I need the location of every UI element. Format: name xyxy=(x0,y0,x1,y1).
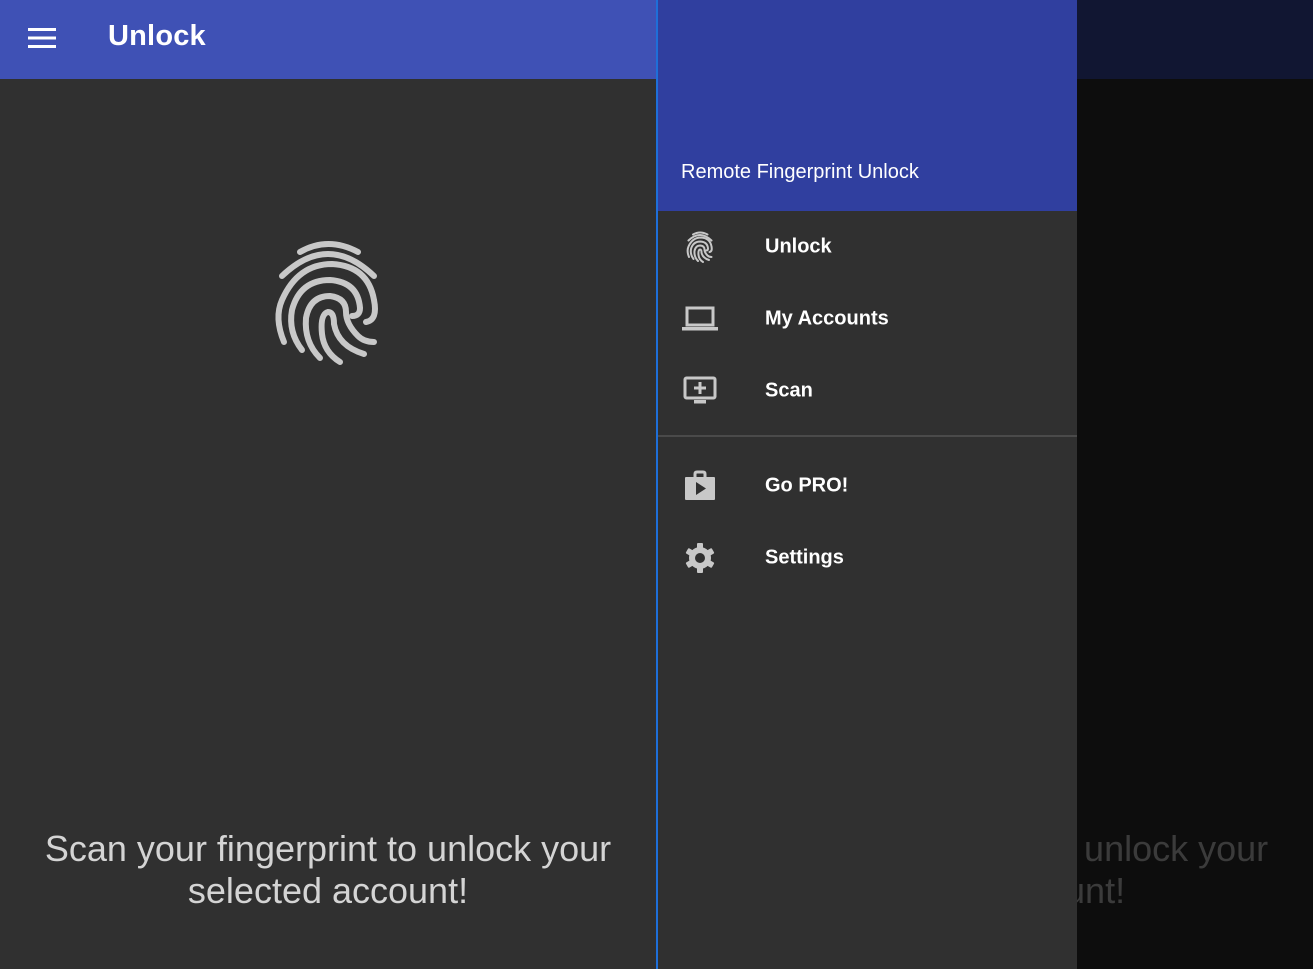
instruction-line-2: selected account! xyxy=(187,870,469,911)
drawer-item-go-pro[interactable]: Go PRO! xyxy=(658,450,1077,522)
drawer-item-label: Settings xyxy=(765,546,844,569)
add-to-queue-icon xyxy=(683,376,717,404)
drawer-item-settings[interactable]: Settings xyxy=(658,522,1077,594)
drawer-scrim[interactable] xyxy=(1077,0,1313,969)
page-title: Unlock xyxy=(108,20,206,52)
shop-icon xyxy=(685,470,715,500)
navigation-drawer: Remote Fingerprint Unlock Unlock My Acco… xyxy=(656,0,1077,969)
drawer-item-unlock[interactable]: Unlock xyxy=(658,211,1077,283)
drawer-divider xyxy=(658,435,1077,437)
app-window: Unlock Scan your fingerprint to unlock y… xyxy=(0,0,1313,969)
drawer-item-my-accounts[interactable]: My Accounts xyxy=(658,283,1077,355)
fingerprint-icon[interactable] xyxy=(268,238,388,366)
gear-icon xyxy=(685,543,715,573)
drawer-header: Remote Fingerprint Unlock xyxy=(658,0,1077,211)
instruction-text: Scan your fingerprint to unlock your sel… xyxy=(0,828,656,912)
drawer-item-label: Scan xyxy=(765,379,813,402)
drawer-header-title: Remote Fingerprint Unlock xyxy=(681,161,919,183)
hamburger-menu-icon xyxy=(28,28,56,48)
instruction-line-1: Scan your fingerprint to unlock your xyxy=(44,828,612,869)
drawer-item-label: Go PRO! xyxy=(765,474,849,497)
menu-button[interactable] xyxy=(20,18,64,58)
drawer-item-label: My Accounts xyxy=(765,307,889,330)
fingerprint-icon xyxy=(686,231,713,263)
drawer-item-scan[interactable]: Scan xyxy=(658,355,1077,427)
laptop-icon xyxy=(682,306,718,331)
drawer-menu: Unlock My Accounts Scan Go PRO! Settings xyxy=(658,211,1077,594)
drawer-item-label: Unlock xyxy=(765,235,832,258)
